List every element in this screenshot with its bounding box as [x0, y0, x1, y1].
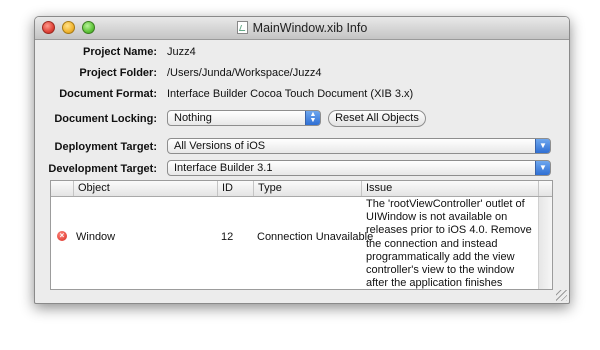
error-icon: ×	[57, 231, 67, 241]
column-header-object[interactable]: Object	[73, 181, 217, 196]
row-type: Connection Unavailable	[257, 231, 374, 243]
column-header-corner	[538, 181, 552, 196]
row-id: 12	[221, 231, 234, 243]
document-locking-label: Document Locking:	[54, 113, 157, 125]
deployment-target-popup[interactable]: All Versions of iOS ▼	[167, 138, 551, 154]
column-header-issue[interactable]: Issue	[361, 181, 538, 196]
reset-all-objects-button[interactable]: Reset All Objects	[328, 110, 426, 127]
issues-table: Object ID Type Issue × Window 12 Connect…	[50, 180, 553, 290]
window-title-area: MainWindow.xib Info	[35, 17, 569, 39]
project-name-label: Project Name:	[83, 46, 157, 58]
window-title: MainWindow.xib Info	[252, 21, 368, 35]
row-issue: The 'rootViewController' outlet of UIWin…	[366, 198, 532, 290]
development-target-popup[interactable]: Interface Builder 3.1 ▼	[167, 160, 551, 176]
document-format-value: Interface Builder Cocoa Touch Document (…	[167, 88, 414, 100]
deployment-target-value: All Versions of iOS	[174, 140, 266, 152]
project-folder-value: /Users/Junda/Workspace/Juzz4	[167, 67, 322, 79]
project-name-value: Juzz4	[167, 46, 196, 58]
development-target-label: Development Target:	[48, 163, 157, 175]
column-header-id[interactable]: ID	[217, 181, 253, 196]
column-header-status[interactable]	[51, 181, 73, 196]
xib-document-icon	[236, 21, 248, 34]
project-folder-label: Project Folder:	[79, 67, 157, 79]
chevron-down-icon: ▼	[535, 161, 550, 175]
document-locking-value: Nothing	[174, 112, 212, 124]
resize-grip-icon[interactable]	[556, 290, 567, 301]
chevron-down-icon: ▼	[535, 139, 550, 153]
info-window: MainWindow.xib Info Project Name: Juzz4 …	[34, 16, 570, 304]
column-header-type[interactable]: Type	[253, 181, 361, 196]
document-locking-popup[interactable]: Nothing ▲ ▼	[167, 110, 321, 126]
title-bar[interactable]: MainWindow.xib Info	[35, 17, 569, 40]
deployment-target-label: Deployment Target:	[54, 141, 157, 153]
table-row[interactable]: × Window 12 Connection Unavailable The '…	[51, 197, 538, 289]
development-target-value: Interface Builder 3.1	[174, 162, 273, 174]
updown-arrows-icon: ▲ ▼	[305, 111, 320, 125]
table-header: Object ID Type Issue	[51, 181, 552, 197]
document-format-label: Document Format:	[59, 88, 157, 100]
vertical-scrollbar[interactable]	[538, 197, 552, 289]
row-object: Window	[76, 231, 116, 243]
